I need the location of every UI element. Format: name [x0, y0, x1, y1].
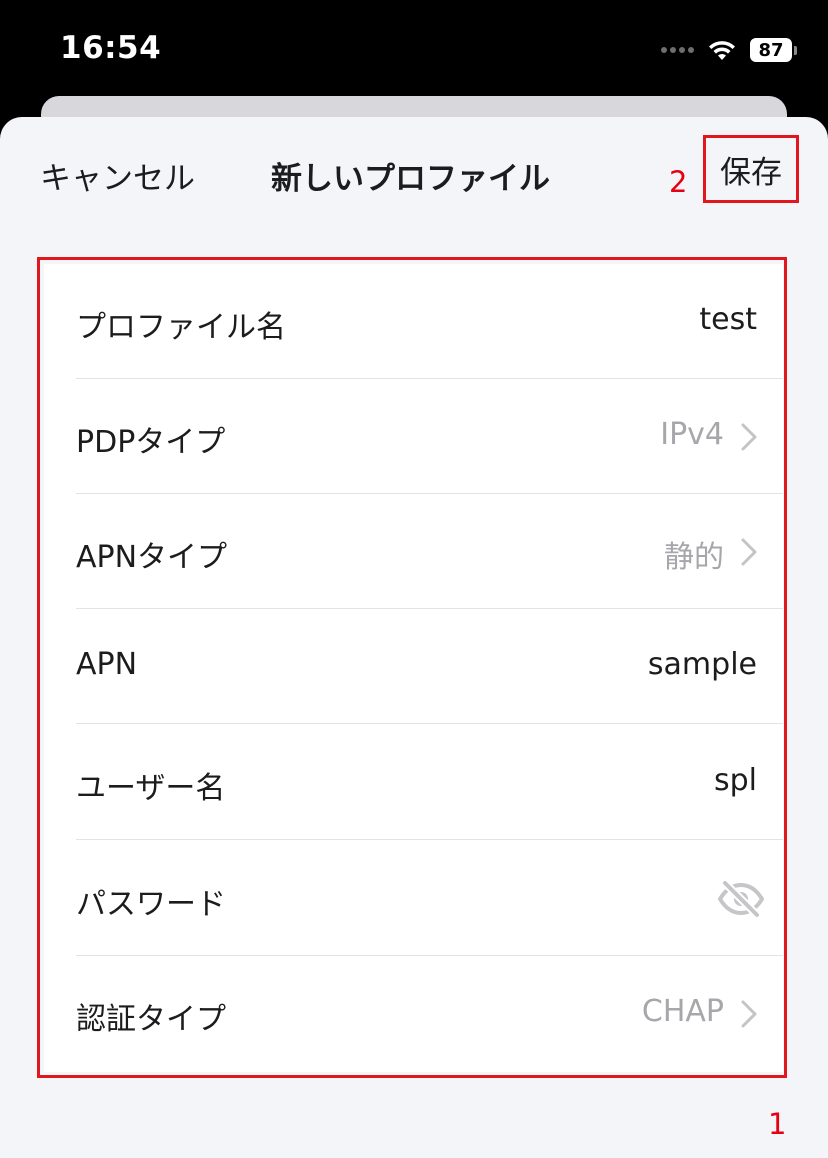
battery-icon: 87 [750, 37, 798, 63]
page-title: 新しいプロファイル [271, 161, 550, 197]
row-password[interactable]: パスワード [76, 841, 783, 956]
row-pdp-type[interactable]: PDPタイプ IPv4 [76, 379, 783, 494]
chevron-right-icon [741, 1000, 757, 1028]
pdp-type-value: IPv4 [660, 417, 724, 452]
eye-slash-icon[interactable] [717, 879, 765, 919]
row-label: APNタイプ [76, 540, 228, 575]
status-icons: 87 [661, 35, 798, 65]
profile-name-field[interactable]: test [699, 302, 757, 337]
chevron-right-icon [741, 423, 757, 451]
row-label: 認証タイプ [76, 1002, 226, 1037]
row-apn-type[interactable]: APNタイプ 静的 [76, 494, 783, 609]
battery-level: 87 [750, 38, 792, 62]
row-label: プロファイル名 [76, 310, 286, 345]
row-auth-type[interactable]: 認証タイプ CHAP [76, 956, 783, 1071]
row-label: PDPタイプ [76, 425, 226, 460]
navigation-bar: キャンセル 新しいプロファイル 2 保存 [0, 117, 828, 227]
apn-type-value: 静的 [664, 540, 724, 575]
apn-field[interactable]: sample [648, 647, 757, 682]
save-button[interactable]: 保存 [720, 147, 782, 192]
profile-form: プロファイル名 test PDPタイプ IPv4 APNタイプ 静的 APN s… [44, 264, 783, 1072]
cancel-button[interactable]: キャンセル [40, 153, 195, 198]
signal-dots-icon [661, 47, 694, 53]
chevron-right-icon [741, 538, 757, 566]
status-bar: 16:54 87 [0, 0, 828, 96]
row-label: ユーザー名 [76, 771, 226, 806]
row-profile-name[interactable]: プロファイル名 test [76, 264, 783, 379]
save-highlight-box: 保存 [703, 135, 799, 203]
form-highlight-box: プロファイル名 test PDPタイプ IPv4 APNタイプ 静的 APN s… [37, 257, 787, 1078]
auth-type-value: CHAP [641, 994, 724, 1029]
new-profile-sheet: キャンセル 新しいプロファイル 2 保存 プロファイル名 test PDPタイプ… [0, 117, 828, 1158]
row-label: パスワード [76, 887, 226, 922]
wifi-icon [709, 41, 735, 60]
status-time: 16:54 [60, 30, 162, 66]
row-apn[interactable]: APN sample [76, 609, 783, 724]
row-label: APN [76, 647, 138, 682]
row-username[interactable]: ユーザー名 spl [76, 725, 783, 840]
annotation-marker-2: 2 [669, 165, 688, 199]
username-field[interactable]: spl [714, 763, 757, 798]
annotation-marker-1: 1 [768, 1107, 787, 1141]
